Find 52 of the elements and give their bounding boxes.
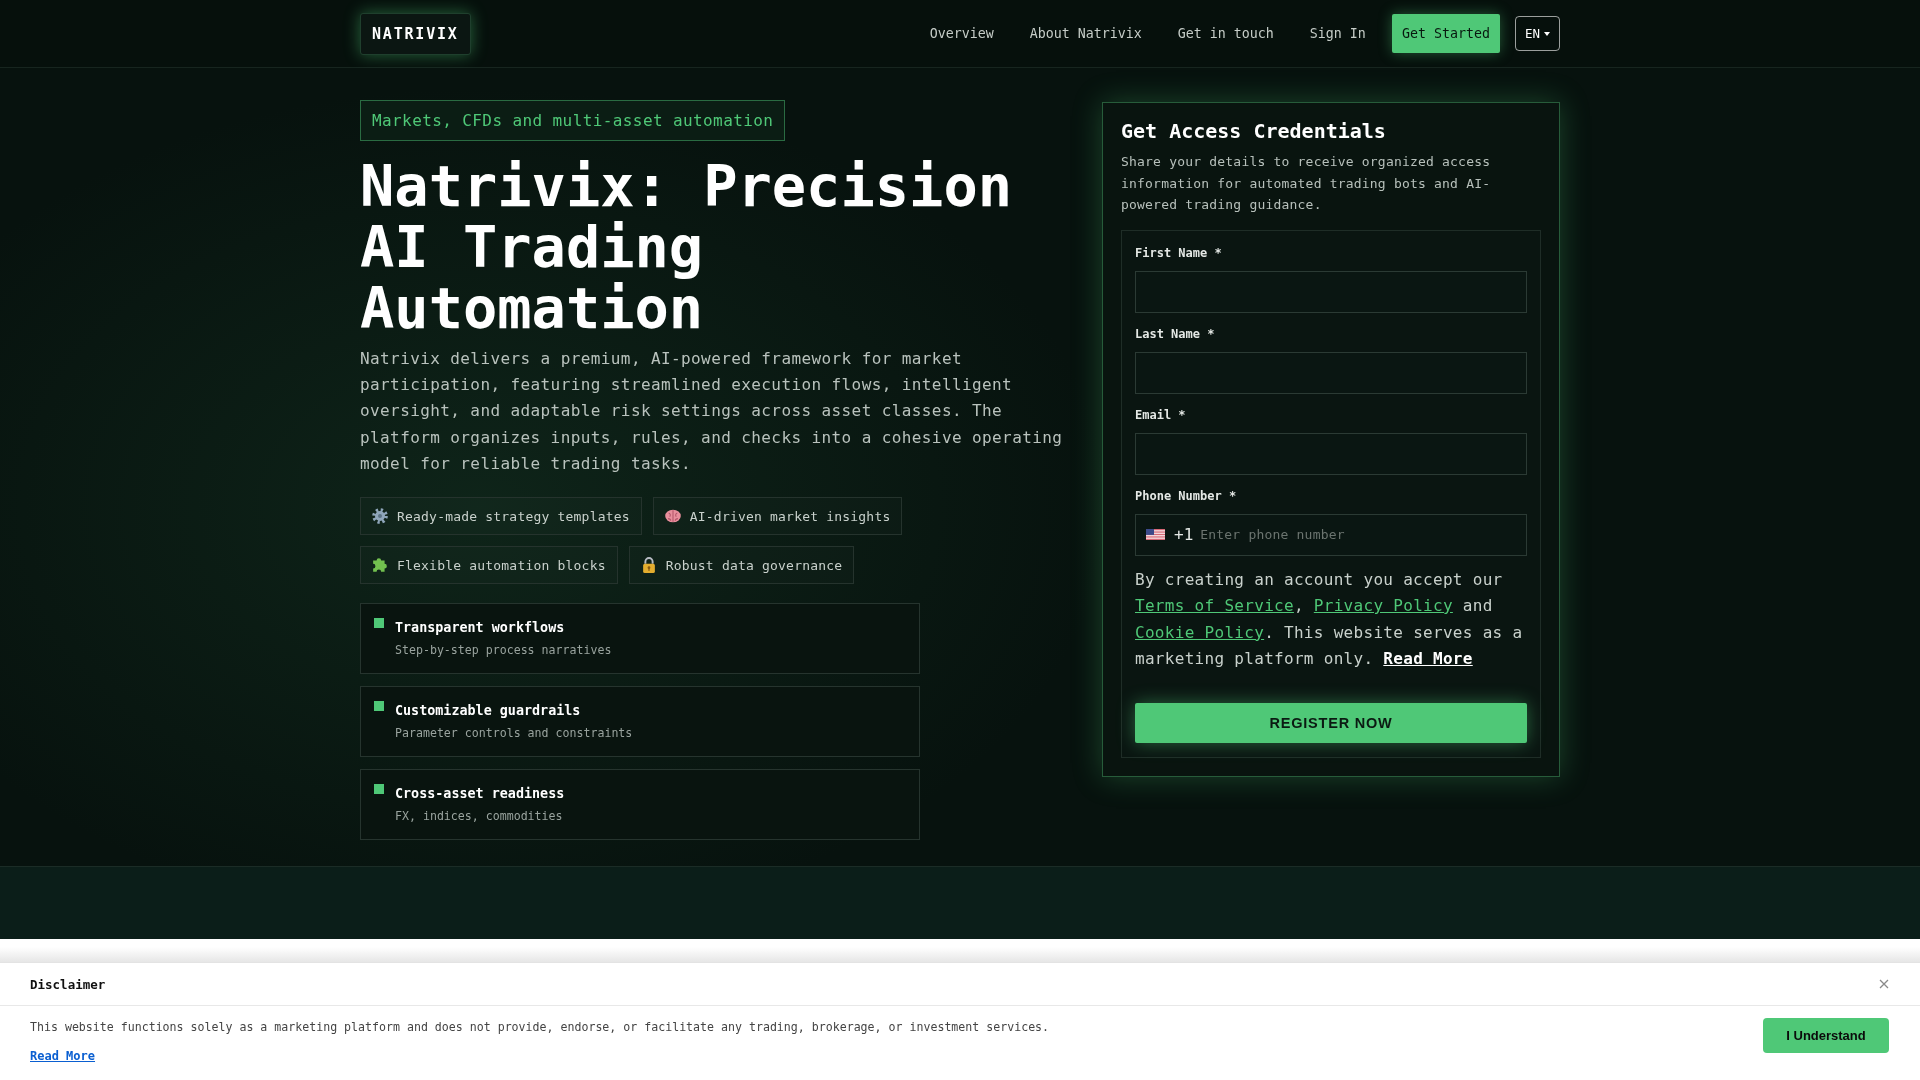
nav-link[interactable]: Get in touch bbox=[1177, 26, 1274, 41]
close-icon[interactable] bbox=[1879, 979, 1889, 989]
feature-title: Transparent workflows bbox=[395, 619, 566, 637]
hero-description: Natrivix delivers a premium, AI-powered framework for market participation, featuring streamlined execution flows, intelligent oversight, and adaptable risk settings across asset classes. The platform organizes inputs, rules, and checks into a cohesive operating model for reliable trading tasks. bbox=[360, 348, 1064, 475]
dial-code: +1 bbox=[1174, 525, 1194, 544]
input-field[interactable] bbox=[1135, 432, 1527, 475]
policy-link[interactable]: Cookie Policy bbox=[1135, 622, 1265, 642]
feature-subtitle: FX, indices, commodities bbox=[395, 808, 564, 825]
read-more-link[interactable]: Read More bbox=[1383, 649, 1473, 668]
field-label: Last Name * bbox=[1135, 325, 1216, 342]
read-more-link[interactable]: Read More bbox=[30, 1048, 96, 1064]
understand-button[interactable]: I Understand bbox=[1763, 1018, 1889, 1053]
feature-subtitle: Parameter controls and constraints bbox=[395, 725, 633, 742]
get-started-button[interactable]: Get Started bbox=[1391, 14, 1500, 53]
field-label: First Name * bbox=[1135, 244, 1223, 261]
flag-icon[interactable] bbox=[1146, 529, 1165, 540]
form-description: Share your details to receive organized access information for automated trading bots and AI-powered trading guidance. bbox=[1121, 153, 1492, 214]
gear-icon bbox=[372, 508, 388, 524]
feature-subtitle: Step-by-step process narratives bbox=[395, 642, 612, 659]
policy-link[interactable]: Privacy Policy bbox=[1313, 596, 1453, 615]
register-button[interactable]: REGISTER NOW bbox=[1135, 702, 1527, 743]
tag-label: Flexible automation blocks bbox=[397, 557, 606, 573]
square-marker-icon bbox=[374, 701, 384, 711]
phone-field[interactable]: +1 Enter phone number bbox=[1135, 513, 1527, 556]
nav-link[interactable]: Overview bbox=[929, 26, 994, 41]
disclaimer-text: This website functions solely as a marketing platform and does not provide, endorse, or facilitate any trading, brokerage, or investment services. bbox=[30, 1019, 1050, 1035]
lock-icon bbox=[640, 557, 657, 573]
puzzle-icon bbox=[372, 557, 388, 573]
square-marker-icon bbox=[374, 784, 384, 794]
language-button[interactable]: EN bbox=[1514, 16, 1560, 51]
hero-title: Natrivix: Precision AI Trading Automation bbox=[360, 156, 1014, 339]
input-field[interactable] bbox=[1135, 270, 1527, 313]
field-label: Phone Number * bbox=[1135, 487, 1238, 504]
consent-text: By creating an account you accept our Terms of Service, Privacy Policy and Cookie Policy. This website serves as a marketing platform only. Read More bbox=[1135, 568, 1524, 670]
caret-icon bbox=[1544, 31, 1550, 36]
tag-label: Robust data governance bbox=[665, 557, 843, 573]
phone-number-input[interactable]: Enter phone number bbox=[1200, 519, 1516, 550]
policy-link[interactable]: Terms of Service bbox=[1135, 596, 1294, 615]
brand-logo[interactable]: NATRIVIX bbox=[360, 12, 471, 55]
brain-icon bbox=[664, 508, 681, 524]
tagline-badge: Markets, CFDs and multi-asset automation bbox=[360, 100, 786, 141]
square-marker-icon bbox=[374, 618, 384, 628]
disclaimer-title: Disclaimer bbox=[30, 976, 106, 992]
tag-label: Ready-made strategy templates bbox=[397, 508, 630, 524]
nav-link[interactable]: About Natrivix bbox=[1029, 26, 1142, 41]
feature-title: Cross-asset readiness bbox=[395, 785, 565, 803]
tag-label: AI-driven market insights bbox=[689, 508, 891, 524]
feature-title: Customizable guardrails bbox=[395, 702, 582, 720]
input-field[interactable] bbox=[1135, 351, 1527, 394]
nav-link[interactable]: Sign In bbox=[1309, 26, 1366, 41]
form-title: Get Access Credentials bbox=[1121, 118, 1387, 144]
field-label: Email * bbox=[1135, 406, 1187, 423]
